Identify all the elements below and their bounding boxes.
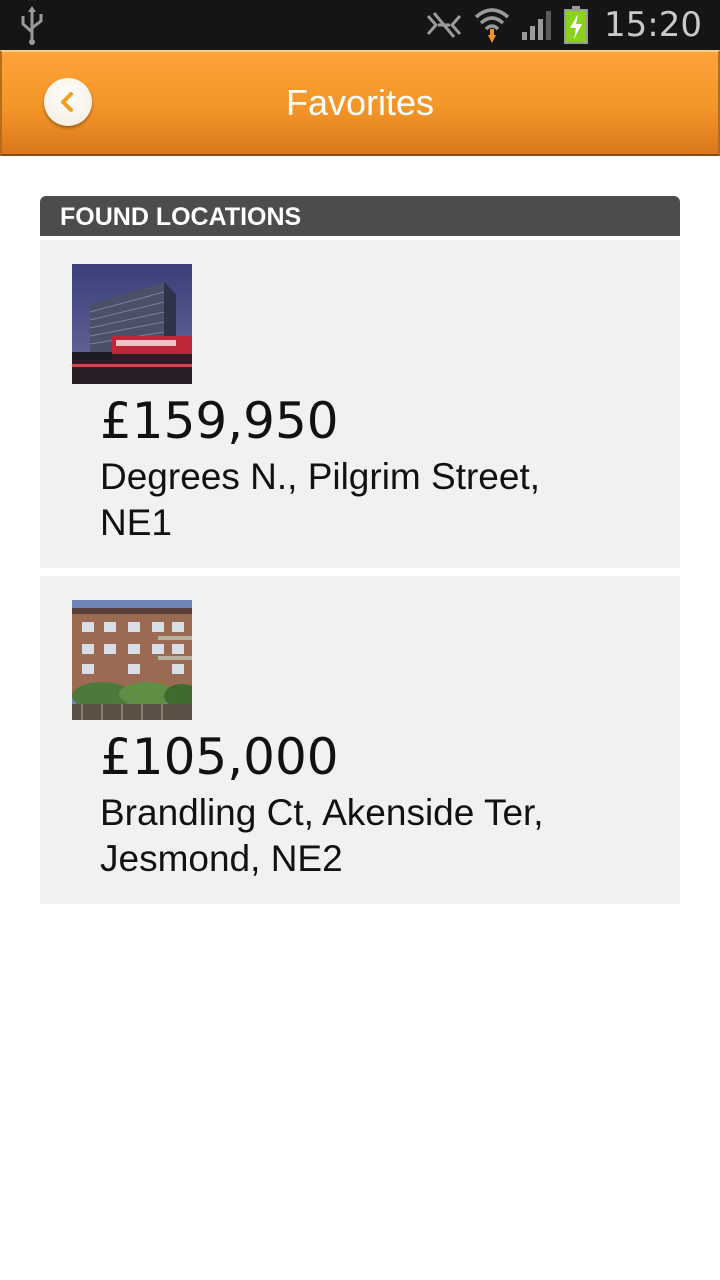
page-title: Favorites	[285, 82, 435, 123]
listing-photo	[72, 600, 192, 720]
nfc-icon	[426, 12, 462, 38]
usb-icon	[21, 6, 43, 45]
back-button[interactable]	[44, 78, 92, 126]
chevron-left-icon	[61, 92, 73, 112]
wifi-icon	[474, 8, 510, 43]
section-header: FOUND LOCATIONS	[40, 196, 680, 236]
listing-price: £159,950	[100, 392, 339, 450]
action-bar: Favorites	[0, 50, 720, 156]
listing-address: Degrees N., Pilgrim Street, NE1	[100, 456, 541, 543]
list-item[interactable]: £159,950 Degrees N., Pilgrim Street, NE1	[40, 240, 680, 568]
status-time: 15:20	[604, 5, 702, 45]
status-bar: 15:20	[0, 0, 720, 50]
battery-charging-icon	[564, 6, 589, 44]
listing-address: Brandling Ct, Akenside Ter, Jesmond, NE2	[100, 792, 544, 879]
list-item[interactable]: £105,000 Brandling Ct, Akenside Ter, Jes…	[40, 576, 680, 904]
signal-icon	[522, 11, 552, 40]
listing-photo	[72, 264, 192, 384]
listing-price: £105,000	[100, 728, 339, 786]
